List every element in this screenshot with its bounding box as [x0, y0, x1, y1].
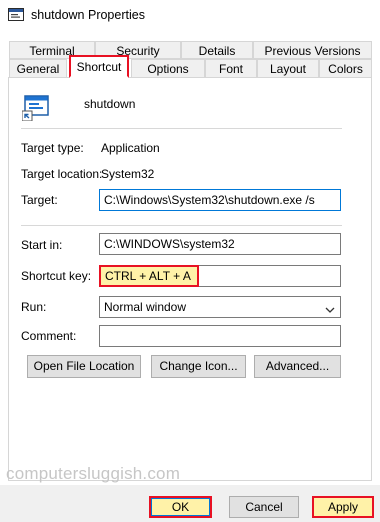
shortcut-key-label: Shortcut key:: [21, 269, 92, 283]
application-icon: [21, 95, 50, 122]
tab-options[interactable]: Options: [131, 59, 205, 78]
tab-label: Layout: [269, 62, 307, 76]
tab-label: Details: [198, 44, 236, 58]
title-bar[interactable]: shutdown Properties: [0, 0, 380, 31]
open-file-location-button[interactable]: Open File Location: [27, 355, 141, 378]
chevron-down-icon: [325, 301, 335, 313]
run-select[interactable]: Normal window: [99, 296, 341, 318]
window-title: shutdown Properties: [31, 8, 145, 22]
tab-label: Shortcut: [76, 60, 122, 74]
tab-previous-versions[interactable]: Previous Versions: [253, 41, 372, 59]
change-icon-button[interactable]: Change Icon...: [151, 355, 246, 378]
target-label: Target:: [21, 193, 58, 207]
tab-font[interactable]: Font: [205, 59, 257, 78]
start-in-label: Start in:: [21, 238, 63, 252]
target-type-value: Application: [101, 141, 160, 155]
tab-label: General: [16, 62, 60, 76]
tab-details[interactable]: Details: [181, 41, 253, 59]
target-location-label: Target location:: [21, 167, 103, 181]
run-label: Run:: [21, 300, 47, 314]
tab-label: Colors: [328, 62, 363, 76]
target-location-value: System32: [101, 167, 155, 181]
tab-label: Terminal: [29, 44, 75, 58]
target-input[interactable]: C:\Windows\System32\shutdown.exe /s: [99, 189, 341, 211]
cancel-button[interactable]: Cancel: [229, 496, 299, 518]
ok-button[interactable]: OK: [149, 496, 212, 518]
separator: [21, 225, 342, 226]
shortcut-name: shutdown: [84, 97, 136, 111]
tab-shortcut[interactable]: Shortcut: [69, 55, 129, 78]
comment-label: Comment:: [21, 329, 77, 343]
advanced-button[interactable]: Advanced...: [254, 355, 341, 378]
tab-colors[interactable]: Colors: [319, 59, 372, 78]
tab-label: Previous Versions: [264, 44, 361, 58]
shortcut-key-input[interactable]: CTRL + ALT + A: [99, 265, 199, 287]
separator: [21, 128, 342, 129]
run-select-value: Normal window: [104, 300, 187, 314]
watermark-text: computersluggish.com: [6, 464, 181, 483]
tab-layout[interactable]: Layout: [257, 59, 319, 78]
start-in-input[interactable]: C:\WINDOWS\system32: [99, 233, 341, 255]
tab-label: Font: [218, 62, 243, 76]
tab-label: Options: [147, 62, 189, 76]
target-type-label: Target type:: [21, 141, 84, 155]
comment-input[interactable]: [99, 325, 341, 347]
apply-button[interactable]: Apply: [312, 496, 374, 518]
shortcut-app-icon: [8, 8, 24, 21]
tab-general[interactable]: General: [9, 59, 67, 78]
